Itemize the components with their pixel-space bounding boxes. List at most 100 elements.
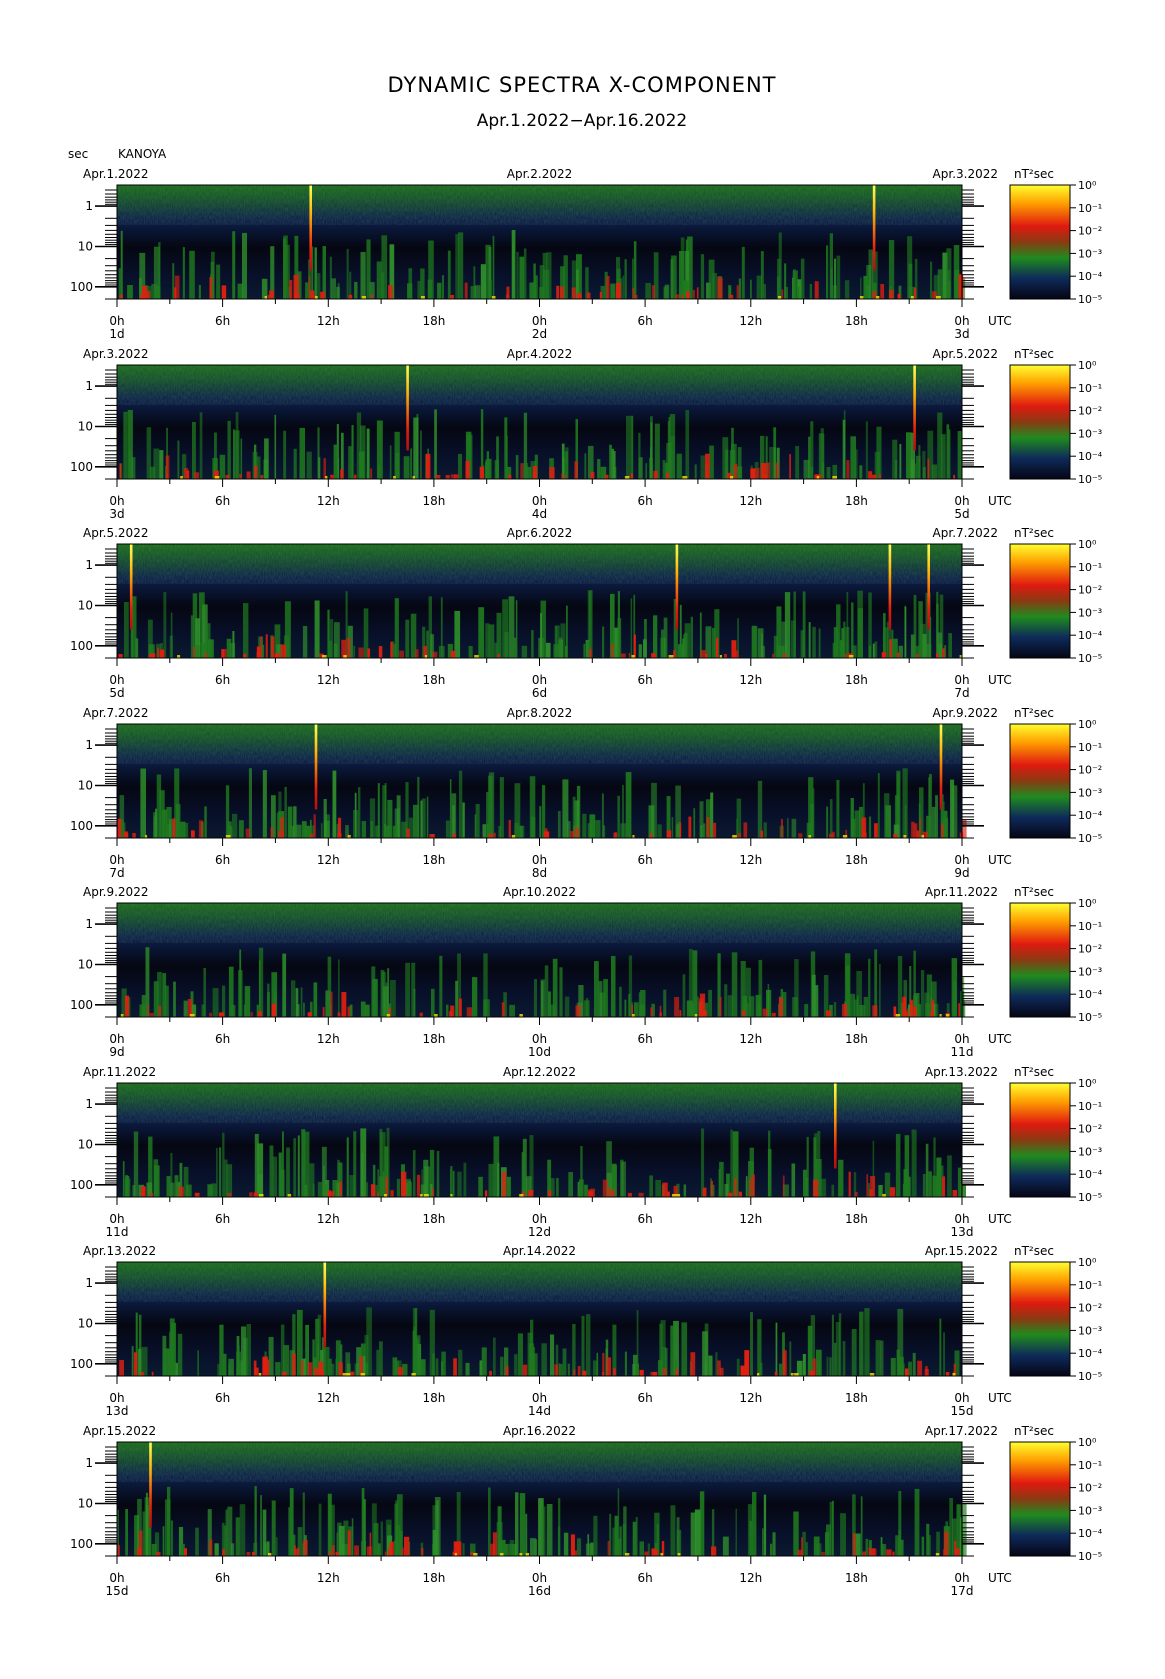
activity-peak xyxy=(608,1187,611,1197)
activity-burst xyxy=(133,1131,139,1197)
activity-burst xyxy=(755,995,761,1017)
y-tick-label: 10 xyxy=(78,1138,93,1152)
y-tick-label: 1 xyxy=(85,917,93,931)
activity-burst xyxy=(914,463,917,479)
activity-burst xyxy=(472,977,478,1017)
activity-burst xyxy=(392,1357,398,1376)
x-tick-label: 18h xyxy=(422,1032,445,1046)
activity-peak xyxy=(532,466,537,479)
spectrogram-panel-4: Apr.7.2022 Apr.8.2022 Apr.9.2022 nT²sec 1 10 1… xyxy=(70,706,1103,880)
activity-peak xyxy=(570,1534,575,1556)
activity-burst xyxy=(364,1004,370,1017)
activity-peak xyxy=(450,650,456,658)
activity-burst xyxy=(585,998,589,1017)
activity-burst xyxy=(455,980,458,1017)
spectrogram-grain xyxy=(117,365,962,405)
panel-left-date: Apr.11.2022 xyxy=(83,1065,156,1079)
x-tick-label: 18h xyxy=(422,314,445,328)
activity-peak xyxy=(621,653,626,658)
activity-peak xyxy=(782,653,787,658)
activity-burst xyxy=(162,809,168,838)
activity-burst xyxy=(670,436,675,479)
activity-burst xyxy=(694,464,697,479)
day-label: 3d xyxy=(109,507,124,521)
activity-peak xyxy=(145,290,151,299)
colorbar-tick-label: 10⁻⁵ xyxy=(1078,1011,1102,1024)
activity-burst xyxy=(784,263,787,299)
panel-right-date: Apr.7.2022 xyxy=(933,526,998,540)
activity-peak xyxy=(397,1367,404,1376)
activity-burst xyxy=(182,247,185,299)
activity-burst xyxy=(125,1509,128,1556)
colorbar xyxy=(1009,723,1071,839)
activity-peak xyxy=(119,294,123,299)
activity-burst xyxy=(539,806,542,838)
activity-peak xyxy=(760,463,767,479)
activity-burst xyxy=(376,1349,380,1376)
activity-burst xyxy=(450,1166,453,1197)
activity-peak xyxy=(544,828,548,838)
colorbar-tick-label: 10⁻¹ xyxy=(1078,1279,1102,1292)
x-tick-label: 6h xyxy=(215,494,230,508)
spike-mark xyxy=(314,724,318,810)
activity-peak xyxy=(666,472,670,479)
x-tick-label: 12h xyxy=(317,314,340,328)
activity-burst xyxy=(239,1504,246,1556)
activity-burst xyxy=(518,825,525,838)
activity-peak xyxy=(340,469,344,479)
activity-burst xyxy=(333,444,339,479)
activity-burst xyxy=(617,618,622,658)
activity-burst xyxy=(263,820,267,838)
activity-burst xyxy=(438,646,445,658)
activity-burst xyxy=(403,456,410,479)
activity-peak xyxy=(339,1181,342,1197)
activity-burst xyxy=(638,644,642,658)
colorbar-tick-label: 10⁻⁵ xyxy=(1078,293,1102,306)
activity-burst xyxy=(808,622,811,658)
x-tick-label: 0h xyxy=(532,1212,547,1226)
spectrogram-grain xyxy=(117,185,962,225)
colorbar-tick-label: 10⁻⁵ xyxy=(1078,652,1102,665)
panel-center-date: Apr.6.2022 xyxy=(507,526,572,540)
colorbar-tick-label: 10⁰ xyxy=(1078,718,1097,731)
colorbar-tick-label: 10⁰ xyxy=(1078,1436,1097,1449)
y-tick-label: 10 xyxy=(78,240,93,254)
x-tick-label: 12h xyxy=(739,853,762,867)
activity-burst xyxy=(587,590,593,658)
activity-burst xyxy=(800,630,805,658)
x-tick-label: 6h xyxy=(637,494,652,508)
activity-burst xyxy=(700,254,705,299)
activity-burst xyxy=(517,1333,523,1376)
activity-burst xyxy=(562,1348,567,1376)
x-tick-label: 12h xyxy=(739,1571,762,1585)
spike-mark xyxy=(927,544,930,630)
activity-peak xyxy=(812,1179,819,1197)
activity-peak xyxy=(853,1533,856,1556)
activity-peak xyxy=(270,636,275,658)
activity-burst xyxy=(197,1350,199,1376)
figure-title: DYNAMIC SPECTRA X-COMPONENT xyxy=(387,73,776,97)
x-tick-label: 6h xyxy=(215,673,230,687)
activity-burst xyxy=(304,1131,310,1197)
activity-burst xyxy=(232,231,236,299)
activity-burst xyxy=(700,455,706,479)
activity-peak xyxy=(754,467,760,479)
utc-label: UTC xyxy=(988,314,1012,328)
activity-burst xyxy=(436,1500,439,1556)
activity-burst xyxy=(838,1159,844,1197)
activity-burst xyxy=(671,817,674,838)
activity-burst xyxy=(598,981,603,1017)
colorbar-tick-label: 10⁻¹ xyxy=(1078,382,1102,395)
activity-burst xyxy=(118,268,123,299)
activity-peak xyxy=(935,653,939,658)
y-tick-label: 100 xyxy=(70,1357,93,1371)
activity-burst xyxy=(475,804,480,838)
activity-burst xyxy=(495,466,499,479)
activity-peak xyxy=(844,1012,847,1017)
activity-burst xyxy=(624,999,627,1017)
spectrogram-panel-5: Apr.9.2022 Apr.10.2022 Apr.11.2022 nT²sec11… xyxy=(70,885,1103,1059)
activity-burst xyxy=(154,1165,160,1197)
activity-burst xyxy=(907,236,913,299)
activity-burst xyxy=(702,1331,708,1376)
x-tick-label: 0h xyxy=(954,1391,969,1405)
